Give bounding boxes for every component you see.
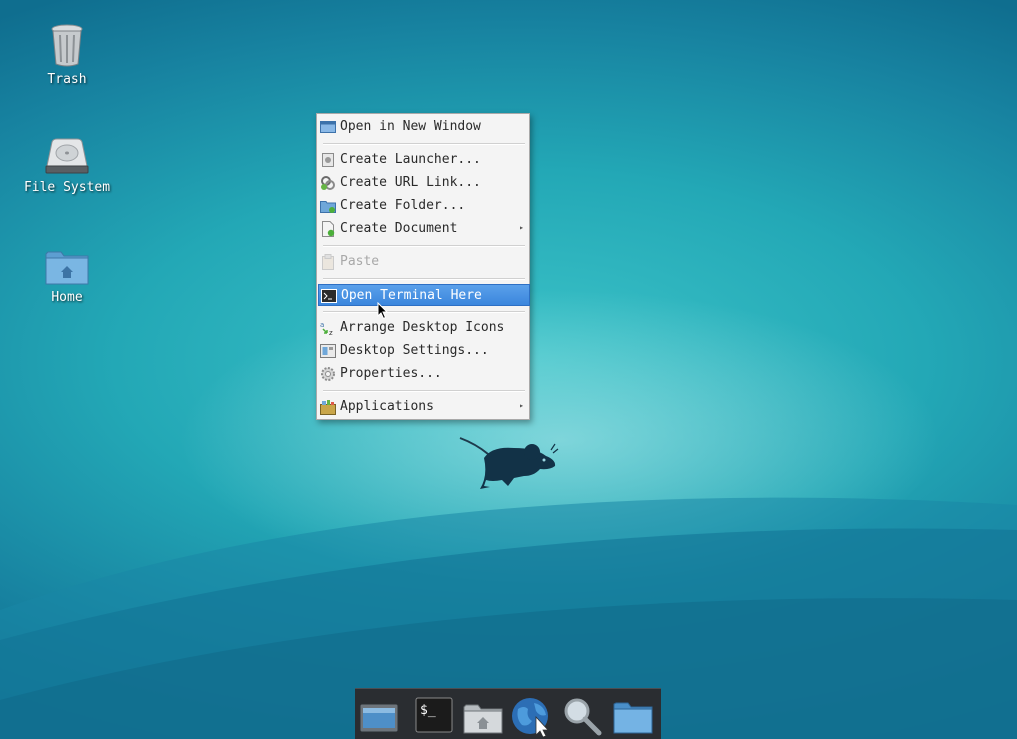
paste-icon (322, 254, 334, 270)
dock-search[interactable] (559, 695, 603, 737)
desktop-icon-home[interactable]: Home (12, 248, 122, 305)
menu-item-open-terminal-here[interactable]: Open Terminal Here (318, 284, 530, 306)
home-folder-icon (463, 704, 503, 734)
dock-show-desktop[interactable] (357, 695, 401, 737)
submenu-arrow-icon: ▸ (519, 223, 524, 232)
window-icon (320, 121, 336, 133)
desktop[interactable]: Trash File System Home Open in New Windo… (0, 0, 1017, 739)
folder-add-icon (320, 201, 336, 213)
xfce-logo-mouse (459, 437, 559, 489)
dock-terminal[interactable]: $_ (412, 695, 456, 737)
menu-separator (323, 245, 525, 247)
desktop-icon-label: Trash (47, 72, 87, 87)
desktop-icon-trash[interactable]: Trash (12, 24, 122, 87)
desktop-context-menu: Open in New Window Create Launcher... Cr… (316, 113, 530, 420)
mouse-pointer-icon (377, 302, 389, 320)
svg-text:$_: $_ (420, 703, 436, 718)
search-icon (564, 698, 602, 736)
menu-item-applications[interactable]: Applications ▸ (318, 396, 530, 418)
terminal-icon: $_ (415, 697, 453, 733)
folder-icon (613, 702, 653, 734)
svg-text:z: z (329, 329, 333, 336)
gear-icon (321, 367, 335, 381)
desktop-icon-label: Home (51, 290, 83, 305)
submenu-arrow-icon: ▸ (519, 401, 524, 410)
menu-separator (323, 390, 525, 392)
menu-item-create-url-link[interactable]: Create URL Link... (318, 172, 530, 194)
dock-home-folder[interactable] (461, 695, 505, 737)
document-add-icon (322, 221, 335, 237)
menu-item-paste[interactable]: Paste (318, 251, 530, 273)
link-icon (321, 176, 335, 190)
menu-item-arrange-desktop-icons[interactable]: a z Arrange Desktop Icons (318, 317, 530, 339)
sort-az-icon: a z (320, 321, 333, 336)
terminal-icon (321, 289, 337, 303)
menu-item-create-folder[interactable]: Create Folder... (318, 195, 530, 217)
applications-icon (320, 400, 336, 415)
trash-icon (51, 24, 83, 67)
menu-separator (323, 278, 525, 280)
dock-folder[interactable] (611, 695, 655, 737)
menu-item-create-launcher[interactable]: Create Launcher... (318, 149, 530, 171)
desktop-settings-icon (320, 344, 336, 358)
svg-text:a: a (320, 321, 324, 329)
dock-panel: $_ (355, 688, 661, 739)
hard-drive-icon (45, 138, 89, 174)
show-desktop-icon (359, 703, 399, 733)
web-browser-icon (512, 698, 549, 738)
launcher-icon (322, 153, 334, 167)
home-folder-icon (45, 251, 89, 285)
menu-separator (323, 143, 525, 145)
menu-item-create-document[interactable]: Create Document ▸ (318, 218, 530, 240)
desktop-icon-file-system[interactable]: File System (12, 136, 122, 195)
menu-item-open-in-new-window[interactable]: Open in New Window (318, 116, 530, 138)
menu-item-desktop-settings[interactable]: Desktop Settings... (318, 340, 530, 362)
dock-web-browser[interactable] (510, 695, 554, 738)
menu-separator (323, 311, 525, 313)
desktop-icon-label: File System (23, 180, 111, 195)
menu-item-properties[interactable]: Properties... (318, 363, 530, 385)
